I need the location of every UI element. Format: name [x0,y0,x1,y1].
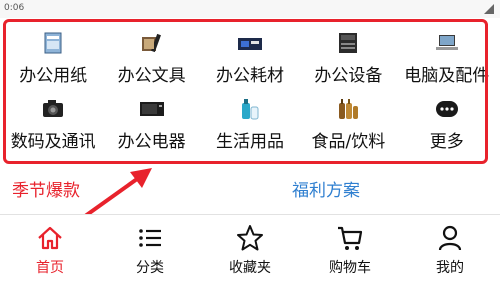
user-icon [438,225,462,251]
bottom-nav: 首页 分类 收藏夹 购物车 我的 [0,214,500,281]
nav-label: 分类 [136,260,164,276]
status-time: 0:06 [4,3,25,13]
star-icon [237,225,263,251]
nav-profile[interactable]: 我的 [400,215,500,281]
nav-favorites[interactable]: 收藏夹 [200,215,300,281]
nav-label: 首页 [36,260,64,276]
signal-icon [484,4,494,14]
nav-categories[interactable]: 分类 [100,215,200,281]
welfare-plan-link[interactable]: 福利方案 [292,168,360,208]
cart-icon [338,226,363,250]
nav-cart[interactable]: 购物车 [300,215,400,281]
nav-label: 收藏夹 [229,260,271,276]
nav-label: 我的 [436,260,464,276]
nav-label: 购物车 [329,260,371,276]
highlight-box [3,19,488,164]
home-icon [38,226,62,250]
nav-home[interactable]: 首页 [0,215,100,281]
list-icon [139,229,161,247]
status-bar: 0:06 [0,0,500,18]
